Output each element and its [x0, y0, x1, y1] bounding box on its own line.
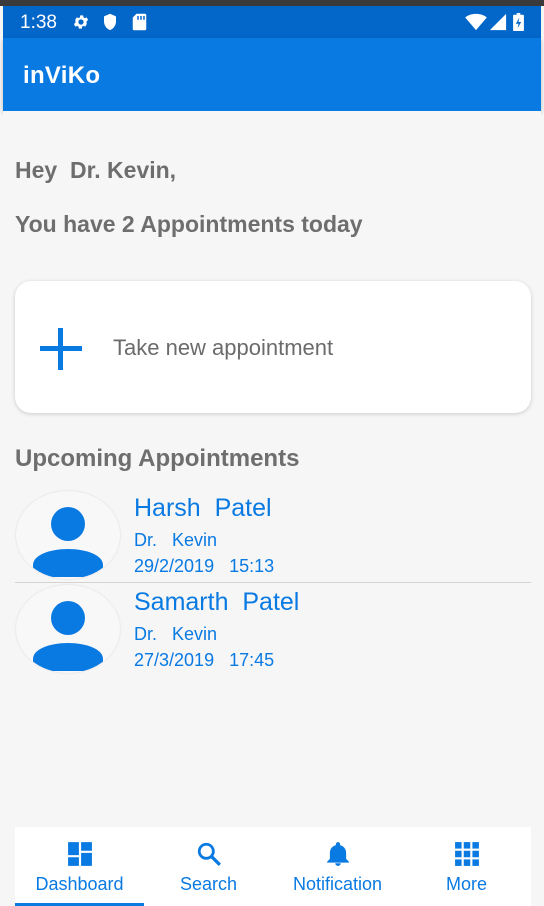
nav-more[interactable]: More: [402, 827, 531, 906]
signal-icon: [489, 13, 507, 31]
appointment-datetime: 27/3/2019 17:45: [134, 650, 275, 670]
nav-notification-label: Notification: [292, 874, 383, 894]
nav-search-label: Search: [179, 874, 238, 894]
patient-name: Samarth Patel: [134, 588, 300, 616]
doctor-name: Dr. Kevin: [134, 530, 218, 550]
search-icon: [196, 841, 222, 867]
status-time: 1:38: [20, 12, 57, 33]
dashboard-content: Hey Dr. Kevin, You have 2 Appointments t…: [3, 111, 541, 825]
plus-icon: [40, 328, 82, 370]
gear-icon: [72, 13, 90, 31]
new-appointment-label: Take new appointment: [113, 335, 334, 360]
avatar: [16, 491, 120, 579]
battery-icon: [513, 13, 524, 31]
new-appointment-card[interactable]: Take new appointment: [15, 281, 531, 413]
app-bar: inViKo: [3, 38, 541, 111]
nav-more-label: More: [445, 874, 487, 894]
sd-card-icon: [132, 13, 147, 31]
nav-notification[interactable]: Notification: [273, 827, 402, 906]
nav-search[interactable]: Search: [144, 827, 273, 906]
appointment-list: Harsh Patel Dr. Kevin 29/2/2019 15:13 Sa…: [15, 489, 531, 677]
bottom-navigation: Dashboard Search Notification More: [15, 827, 531, 906]
patient-name: Harsh Patel: [134, 494, 272, 522]
avatar: [16, 585, 120, 673]
appointments-today-text: You have 2 Appointments today: [15, 211, 363, 237]
nav-dashboard[interactable]: Dashboard: [15, 827, 144, 906]
status-bar: 1:38: [3, 6, 541, 38]
shield-icon: [102, 13, 118, 31]
dashboard-icon: [67, 841, 93, 867]
nav-dashboard-label: Dashboard: [35, 874, 124, 894]
greeting-text: Hey Dr. Kevin,: [15, 157, 177, 183]
appointment-item[interactable]: Samarth Patel Dr. Kevin 27/3/2019 17:45: [15, 583, 531, 677]
upcoming-appointments-title: Upcoming Appointments: [15, 445, 300, 472]
bell-icon: [325, 841, 351, 867]
person-icon: [33, 507, 103, 577]
app-screen: 1:38 inViKo Hey Dr. Kevin, You have 2 Ap…: [0, 0, 544, 906]
appointment-item[interactable]: Harsh Patel Dr. Kevin 29/2/2019 15:13: [15, 489, 531, 583]
app-title: inViKo: [23, 62, 101, 89]
doctor-name: Dr. Kevin: [134, 624, 218, 644]
appointment-datetime: 29/2/2019 15:13: [134, 556, 275, 576]
person-icon: [33, 601, 103, 671]
grid-icon: [454, 841, 480, 867]
wifi-icon: [465, 13, 487, 31]
